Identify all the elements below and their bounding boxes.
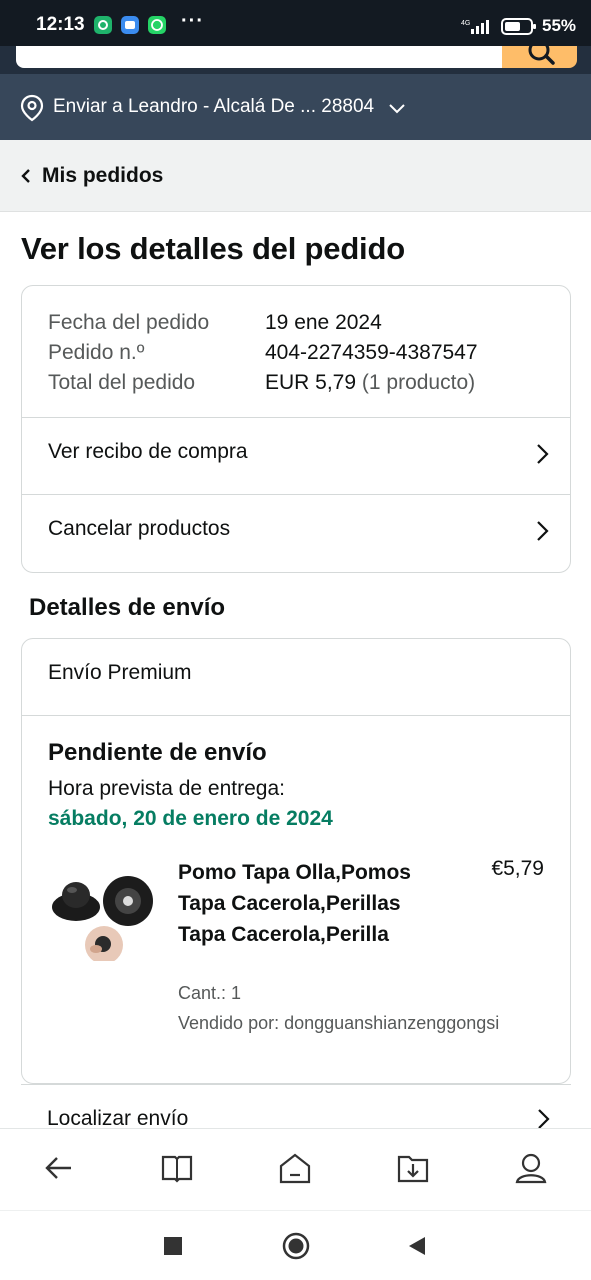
- status-bar: 12:13 ··· 4G 55%: [0, 0, 591, 46]
- signal-icon: 4G: [461, 18, 493, 34]
- search-input[interactable]: [16, 46, 502, 68]
- back-triangle-icon[interactable]: [407, 1236, 427, 1261]
- battery-percent: 55%: [542, 16, 577, 35]
- view-receipt-label: Ver recibo de compra: [48, 440, 248, 463]
- cancel-items-label: Cancelar productos: [48, 517, 231, 540]
- order-summary: Fecha del pedido 19 ene 2024 Pedido n.º …: [48, 308, 478, 398]
- status-time: 12:13: [36, 14, 85, 35]
- track-shipment-label: Localizar envío: [47, 1107, 189, 1130]
- shipment-card: Envío Premium Pendiente de envío Hora pr…: [21, 638, 571, 1084]
- app-green-icon: [94, 16, 112, 34]
- chevron-down-icon: [388, 102, 406, 114]
- order-number-label: Pedido n.º: [48, 341, 145, 364]
- cancel-items-row[interactable]: Cancelar productos: [22, 495, 570, 571]
- chevron-right-icon: [536, 520, 550, 542]
- divider: [21, 1084, 571, 1085]
- order-item-count: (1 producto): [361, 371, 476, 394]
- order-date-label: Fecha del pedido: [48, 311, 210, 334]
- back-to-orders-link[interactable]: Mis pedidos: [0, 140, 591, 212]
- status-more-indicator: ···: [181, 10, 204, 32]
- order-date-value: 19 ene 2024: [265, 311, 382, 334]
- delivery-address: Enviar a Leandro - Alcalá De ... 28804: [53, 96, 375, 117]
- whatsapp-icon: [148, 16, 166, 34]
- home-icon[interactable]: [278, 1151, 312, 1185]
- bottom-app-nav: [0, 1128, 591, 1210]
- divider: [22, 715, 570, 716]
- chevron-left-icon: [21, 169, 31, 183]
- chevron-right-icon: [537, 1108, 551, 1130]
- shipping-type: Envío Premium: [48, 661, 192, 684]
- profile-icon[interactable]: [514, 1151, 548, 1185]
- battery-icon: [501, 18, 537, 35]
- product-quantity: Cant.: 1: [178, 983, 242, 1003]
- download-icon[interactable]: [396, 1151, 430, 1185]
- page-title: Ver los detalles del pedido: [21, 231, 405, 266]
- recents-square-icon[interactable]: [164, 1237, 182, 1260]
- location-pin-icon: [20, 94, 44, 122]
- order-total-value: EUR 5,79: [265, 371, 357, 394]
- home-circle-icon[interactable]: [282, 1232, 310, 1265]
- delivery-location-bar[interactable]: Enviar a Leandro - Alcalá De ... 28804: [0, 74, 591, 140]
- product-price: €5,79: [491, 857, 544, 880]
- order-total-label: Total del pedido: [48, 371, 196, 394]
- track-shipment-row[interactable]: Localizar envío: [21, 1096, 571, 1130]
- back-arrow-icon[interactable]: [42, 1151, 76, 1185]
- eta-date: sábado, 20 de enero de 2024: [48, 807, 333, 830]
- network-type: 4G: [461, 20, 470, 27]
- product-seller: Vendido por: dongguanshianzenggongsi: [178, 1013, 500, 1033]
- eta-label: Hora prevista de entrega:: [48, 777, 285, 800]
- product-title-link[interactable]: Pomo Tapa Olla,Pomos Tapa Cacerola,Peril…: [178, 857, 448, 950]
- back-label: Mis pedidos: [42, 164, 164, 187]
- product-image[interactable]: [48, 869, 156, 964]
- search-icon: [528, 39, 555, 65]
- shipment-status: Pendiente de envío: [48, 739, 267, 766]
- book-icon[interactable]: [160, 1151, 194, 1185]
- chevron-right-icon: [536, 443, 550, 465]
- app-blue-icon: [121, 16, 139, 34]
- shipping-section-title: Detalles de envío: [29, 594, 226, 621]
- search-bar: [0, 39, 591, 74]
- order-summary-card: Fecha del pedido 19 ene 2024 Pedido n.º …: [21, 285, 571, 573]
- system-nav-bar: [0, 1210, 591, 1280]
- view-receipt-row[interactable]: Ver recibo de compra: [22, 418, 570, 494]
- order-number-value: 404-2274359-4387547: [265, 341, 478, 364]
- search-button[interactable]: [502, 39, 577, 68]
